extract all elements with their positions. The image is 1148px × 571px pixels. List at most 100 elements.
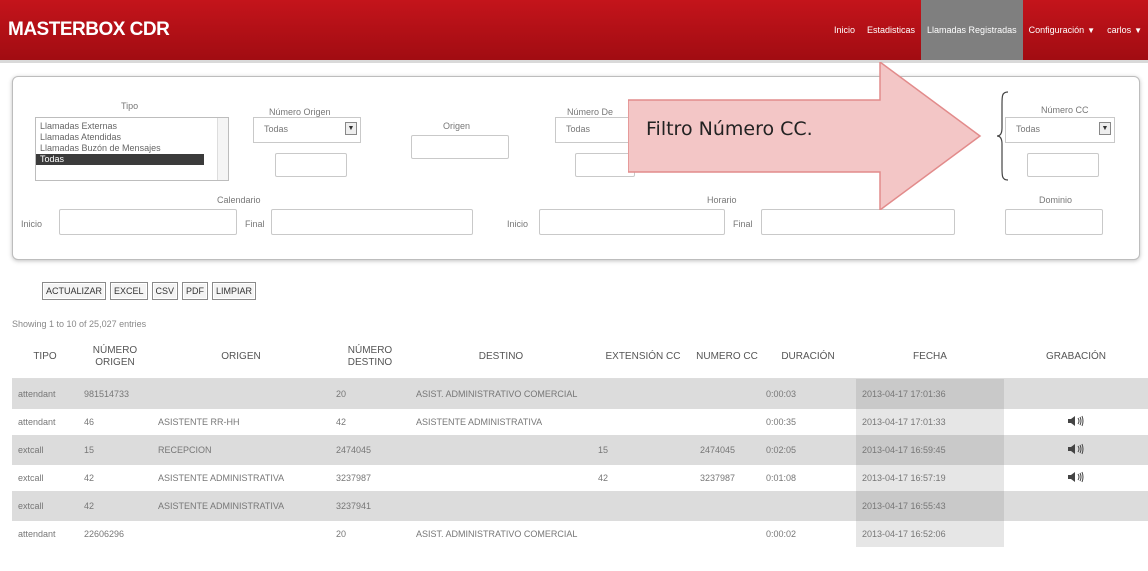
table-row[interactable]: attendant 46 ASISTENTE RR-HH 42 ASISTENTE AD… <box>12 409 1148 435</box>
limpiar-button[interactable]: LIMPIAR <box>212 282 257 300</box>
cell-extension-cc: 15 <box>592 435 694 465</box>
cell-numero-cc <box>694 409 760 435</box>
tipo-option[interactable]: Llamadas Externas <box>36 121 228 132</box>
column-header[interactable]: EXTENSIÓN CC <box>592 336 694 379</box>
tipo-option[interactable]: Todas <box>36 154 204 165</box>
tipo-option[interactable]: Llamadas Buzón de Mensajes <box>36 143 228 154</box>
cell-numero-origen: 981514733 <box>78 378 152 409</box>
nav-item-label: Estadisticas <box>867 25 916 35</box>
tipo-label: Tipo <box>121 101 139 111</box>
cell-tipo: extcall <box>12 435 78 465</box>
column-header[interactable]: NÚMERO DESTINO <box>330 336 410 379</box>
calls-table: TIPO NÚMERO ORIGEN ORIGEN NÚMERO DESTINO DES… <box>12 336 1148 547</box>
nav-item-label: Inicio <box>833 25 855 35</box>
numero-destino-label: Número De <box>567 107 614 117</box>
numero-origen-input[interactable] <box>275 153 347 177</box>
nav-item-label: carlos <box>1107 25 1132 35</box>
cell-numero-cc <box>694 378 760 409</box>
numero-origen-select[interactable]: Todas ▼ <box>253 117 361 143</box>
cell-origen: ASISTENTE ADMINISTRATIVA <box>158 472 285 483</box>
table-row[interactable]: attendant 22606296 20 ASIST. ADMINISTRATIVO… <box>12 521 1148 547</box>
cell-numero-origen: 42 <box>84 472 95 483</box>
csv-button[interactable]: CSV <box>151 282 179 300</box>
numero-origen-value: Todas <box>264 124 289 134</box>
cell-duracion: 0:01:08 <box>766 472 797 483</box>
tipo-listbox[interactable]: Llamadas Externas Llamadas Atendidas Llama… <box>35 117 229 181</box>
brand-logo[interactable]: MASTERBOX CDR <box>8 19 170 41</box>
table-row[interactable]: extcall 42 ASISTENTE ADMINISTRATIVA 3237987… <box>12 465 1148 491</box>
curly-brace-icon <box>996 91 1009 181</box>
numero-cc-input[interactable] <box>1027 153 1099 177</box>
table-row[interactable]: extcall 42 ASISTENTE ADMINISTRATIVA 3237941… <box>12 491 1148 521</box>
speaker-icon[interactable] <box>1067 443 1085 455</box>
column-header[interactable]: NÚMERO ORIGEN <box>78 336 152 379</box>
calendario-final-input[interactable] <box>271 209 473 235</box>
cell-destino <box>410 491 592 521</box>
nav-item-estadisticas[interactable]: Estadisticas <box>861 0 921 60</box>
annotation-text: Filtro Número CC. <box>646 118 813 140</box>
dominio-input[interactable] <box>1005 209 1103 235</box>
horario-inicio-input[interactable] <box>539 209 725 235</box>
chevron-down-icon: ▼ <box>345 122 357 135</box>
calendario-inicio-input[interactable] <box>59 209 237 235</box>
origen-input[interactable] <box>411 135 509 159</box>
column-header[interactable]: FECHA <box>856 336 1004 379</box>
cell-extension-cc <box>592 521 694 547</box>
cell-tipo: extcall <box>18 472 44 483</box>
cell-destino: ASIST. ADMINISTRATIVO COMERCIAL <box>416 528 578 539</box>
speaker-icon[interactable] <box>1067 471 1085 483</box>
speaker-icon[interactable] <box>1067 415 1085 427</box>
actualizar-button[interactable]: ACTUALIZAR <box>42 282 107 300</box>
cell-tipo: extcall <box>12 491 78 521</box>
cell-numero-destino: 20 <box>330 378 410 409</box>
pdf-button[interactable]: PDF <box>182 282 209 300</box>
cell-duracion <box>760 491 856 521</box>
nav-item-inicio[interactable]: Inicio <box>828 0 861 60</box>
cell-fecha: 2013-04-17 16:52:06 <box>856 521 1004 547</box>
table-row[interactable]: extcall 15 RECEPCION 2474045 15 2474045 0:02:0… <box>12 435 1148 465</box>
showing-entries-text: Showing 1 to 10 of 25,027 entries <box>12 319 147 329</box>
nav-item-carlos[interactable]: carlos ▼ <box>1101 0 1148 60</box>
cell-grabacion <box>1004 378 1148 409</box>
cell-extension-cc <box>592 491 694 521</box>
numero-cc-select[interactable]: Todas ▼ <box>1005 117 1115 143</box>
column-header[interactable]: NUMERO CC <box>694 336 760 379</box>
cell-fecha: 2013-04-17 16:57:19 <box>856 465 1004 491</box>
column-header[interactable]: ORIGEN <box>152 336 330 379</box>
calendario-inicio-label: Inicio <box>21 219 43 229</box>
cell-grabacion <box>1004 491 1148 521</box>
origen-label: Origen <box>443 121 471 131</box>
action-button-bar: ACTUALIZAR EXCEL CSV PDF LIMPIAR <box>42 282 257 300</box>
cell-numero-cc: 2474045 <box>694 435 760 465</box>
cell-numero-destino: 3237941 <box>330 491 410 521</box>
table-header-row: TIPO NÚMERO ORIGEN ORIGEN NÚMERO DESTINO DES… <box>12 336 1148 379</box>
numero-cc-label: Número CC <box>1041 105 1089 115</box>
cell-numero-origen: 22606296 <box>84 528 125 539</box>
numero-destino-value: Todas <box>566 124 591 134</box>
table-row[interactable]: attendant 981514733 20 ASIST. ADMINISTRATIV… <box>12 378 1148 409</box>
nav-item-llamadas-registradas[interactable]: Llamadas Registradas <box>921 0 1023 60</box>
column-header[interactable]: TIPO <box>12 336 78 379</box>
nav-item-configuraci-n[interactable]: Configuración ▼ <box>1023 0 1101 60</box>
cell-extension-cc: 42 <box>598 472 609 483</box>
column-header[interactable]: DURACIÓN <box>760 336 856 379</box>
horario-inicio-label: Inicio <box>507 219 529 229</box>
cell-numero-origen: 46 <box>84 416 95 427</box>
horario-final-input[interactable] <box>761 209 955 235</box>
calendario-label: Calendario <box>217 195 261 205</box>
column-header[interactable]: DESTINO <box>410 336 592 379</box>
chevron-down-icon: ▼ <box>1099 122 1111 135</box>
cell-numero-origen: 42 <box>78 491 152 521</box>
numero-destino-input[interactable] <box>575 153 635 177</box>
cell-numero-destino: 42 <box>336 416 347 427</box>
tipo-scrollbar[interactable] <box>217 118 228 180</box>
column-header[interactable]: GRABACIÓN <box>1004 336 1148 379</box>
cell-destino: ASIST. ADMINISTRATIVO COMERCIAL <box>410 378 592 409</box>
caret-down-icon: ▼ <box>1134 26 1142 35</box>
tipo-option[interactable]: Llamadas Atendidas <box>36 132 228 143</box>
excel-button[interactable]: EXCEL <box>110 282 148 300</box>
numero-destino-select[interactable]: Todas <box>555 117 635 143</box>
cell-tipo: attendant <box>18 528 56 539</box>
cell-grabacion <box>1004 465 1148 491</box>
top-navbar: MASTERBOX CDR Inicio Estadisticas Llamadas… <box>0 0 1148 63</box>
